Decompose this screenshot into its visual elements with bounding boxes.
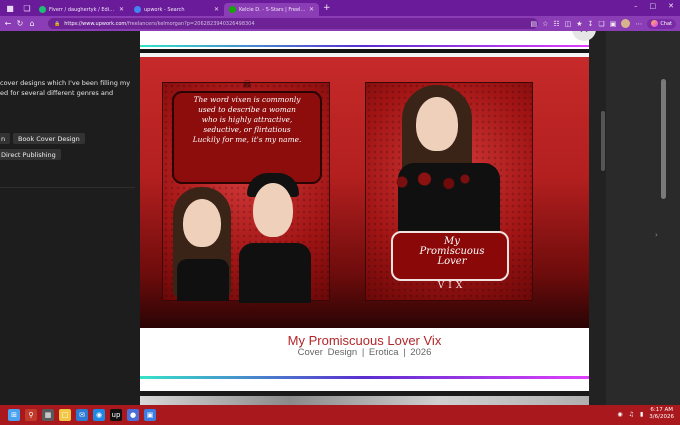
clock-time: 6:17 AM: [650, 407, 673, 413]
skill-chip-book-cover-design[interactable]: Book Cover Design: [13, 133, 85, 144]
battery-icon[interactable]: ▮: [640, 411, 643, 418]
search-icon[interactable]: ⚲: [25, 409, 37, 421]
volume-icon[interactable]: ♫: [629, 411, 634, 418]
edge-browser-icon[interactable]: ◉: [93, 409, 105, 421]
cover-title-banner: My Promiscuous Lover VIX: [391, 231, 511, 291]
project-meta: Cover Design | Erotica | 2026: [297, 347, 432, 358]
profile-icon[interactable]: ■: [3, 1, 17, 15]
profile-description: cover designs which I've been filling my…: [0, 78, 135, 98]
download-icon[interactable]: ↧: [588, 20, 594, 28]
quote-line: The word vixen is commonly: [193, 95, 301, 104]
artwork-top-band: [140, 53, 589, 57]
chat-label: Chat: [660, 20, 672, 27]
teams-icon[interactable]: ●: [127, 409, 139, 421]
quote-line: who is highly attractive,: [201, 115, 293, 124]
extension-icon[interactable]: ☷: [553, 20, 559, 28]
cover-title-line: Lover: [437, 256, 467, 267]
project-title: My Promiscuous Lover Vix: [287, 333, 442, 348]
tab-label: upwork - Search: [144, 6, 185, 13]
caption-gradient-rule: [140, 376, 589, 379]
url-path: /freelancers/kelmorgan?p=206282394032649…: [126, 20, 255, 27]
tab-label: Fiverr / daughertyk / Edit Gig: [49, 6, 116, 13]
split-screen-icon[interactable]: ◫: [565, 20, 572, 28]
copilot-chat-button[interactable]: Chat: [647, 18, 676, 29]
tab-fiverr[interactable]: Fiverr / daughertyk / Edit Gig ✕: [34, 3, 129, 16]
windows-taskbar: ⊞ ⚲ ▦ □ ✉ ◉ up ● ▣ ◉ ♫ ▮ 6:17 AM 3/6/202…: [0, 405, 680, 425]
photos-icon[interactable]: ▣: [144, 409, 156, 421]
portfolio-caption: My Promiscuous Lover Vix Cover Design | …: [140, 328, 589, 380]
quote-line: seductive, or flirtatious: [203, 125, 291, 134]
cover-title: My Promiscuous Lover: [393, 237, 511, 267]
file-explorer-icon[interactable]: □: [59, 409, 71, 421]
account-avatar[interactable]: [621, 19, 631, 28]
tab-close-icon[interactable]: ✕: [309, 6, 314, 13]
mail-icon[interactable]: ✉: [76, 409, 88, 421]
browser-tab-bar: ■ ❏ Fiverr / daughertyk / Edit Gig ✕ upw…: [0, 0, 680, 16]
toolbar-right: ▤ ☆ ☷ ◫ ★ ↧ ❏ ▣ ⋯ Chat: [530, 18, 680, 29]
minimize-icon[interactable]: –: [634, 2, 638, 10]
upwork-favicon-icon: [229, 6, 236, 13]
chevron-right-icon[interactable]: ›: [655, 231, 658, 239]
collections-icon[interactable]: ❏: [598, 20, 604, 28]
right-side-panel: [606, 31, 680, 405]
page-scrollbar[interactable]: [661, 79, 666, 199]
reader-icon[interactable]: ▤: [530, 20, 537, 28]
start-menu-icon[interactable]: ⊞: [8, 409, 20, 421]
close-window-icon[interactable]: ✕: [668, 2, 674, 10]
search-favicon-icon: [134, 6, 141, 13]
screenshot-icon[interactable]: ▣: [610, 20, 617, 28]
favorites-icon[interactable]: ★: [576, 20, 582, 28]
new-tab-icon[interactable]: +: [323, 3, 331, 13]
wifi-icon[interactable]: ◉: [617, 411, 622, 418]
tab-upwork-search[interactable]: upwork - Search ✕: [129, 3, 224, 16]
book-cover-right: My Promiscuous Lover VIX: [365, 82, 533, 301]
roses-decoration: [384, 167, 474, 197]
page-viewport: cover designs which I've been filling my…: [0, 31, 680, 405]
quote-line: Luckily for me, it's my name.: [192, 135, 302, 144]
description-line: cover designs which I've been filling my: [0, 79, 131, 87]
fiverr-favicon-icon: [39, 6, 46, 13]
window-controls: – □ ✕: [634, 2, 674, 10]
modal-scrollbar[interactable]: [601, 111, 605, 171]
home-icon[interactable]: ⌂: [26, 19, 38, 28]
upwork-app-icon[interactable]: up: [110, 409, 122, 421]
more-icon[interactable]: ⋯: [635, 20, 642, 28]
copilot-icon: [651, 20, 659, 27]
description-line: ed for several different genres and: [0, 89, 114, 97]
lock-icon[interactable]: 🔒: [54, 21, 60, 27]
portfolio-artwork[interactable]: ☠ The word vixen is commonly used to des…: [140, 53, 589, 328]
tab-close-icon[interactable]: ✕: [119, 6, 124, 13]
tab-label: Kelcie D. - 5-Stars | Freelance Cov: [239, 6, 306, 13]
modal-right-gutter: [589, 31, 606, 405]
skill-chip-direct-publishing[interactable]: Direct Publishing: [0, 149, 61, 160]
refresh-icon[interactable]: ↻: [14, 19, 26, 28]
system-tray: ◉ ♫ ▮ 6:17 AM 3/6/2026: [617, 407, 674, 421]
next-portfolio-image-strip[interactable]: [140, 396, 589, 405]
system-clock[interactable]: 6:17 AM 3/6/2026: [649, 407, 674, 421]
profile-background-panel: cover designs which I've been filling my…: [0, 31, 140, 405]
tab-close-icon[interactable]: ✕: [214, 6, 219, 13]
skill-chip[interactable]: n: [0, 133, 11, 144]
modal-top-strip: [140, 31, 589, 47]
task-view-icon[interactable]: ▦: [42, 409, 54, 421]
maximize-icon[interactable]: □: [650, 2, 657, 10]
favorite-star-icon[interactable]: ☆: [542, 20, 548, 28]
url-host: https://www.upwork.com: [64, 20, 127, 27]
url-bar[interactable]: 🔒 https://www.upwork.com /freelancers/ke…: [48, 18, 538, 29]
quote-line: used to describe a woman: [198, 105, 296, 114]
cover-quote: The word vixen is commonly used to descr…: [177, 95, 317, 145]
section-divider: [0, 187, 135, 188]
book-cover-left: ☠ The word vixen is commonly used to des…: [162, 78, 330, 303]
clock-date: 3/6/2026: [649, 414, 674, 420]
tab-upwork-profile[interactable]: Kelcie D. - 5-Stars | Freelance Cov ✕: [224, 3, 319, 16]
workspaces-icon[interactable]: ❏: [20, 1, 34, 15]
address-toolbar: ← ↻ ⌂ 🔒 https://www.upwork.com /freelanc…: [0, 16, 680, 31]
cover-author: VIX: [437, 281, 467, 291]
back-icon[interactable]: ←: [2, 19, 14, 28]
skull-ornament-icon: ☠: [242, 77, 252, 91]
